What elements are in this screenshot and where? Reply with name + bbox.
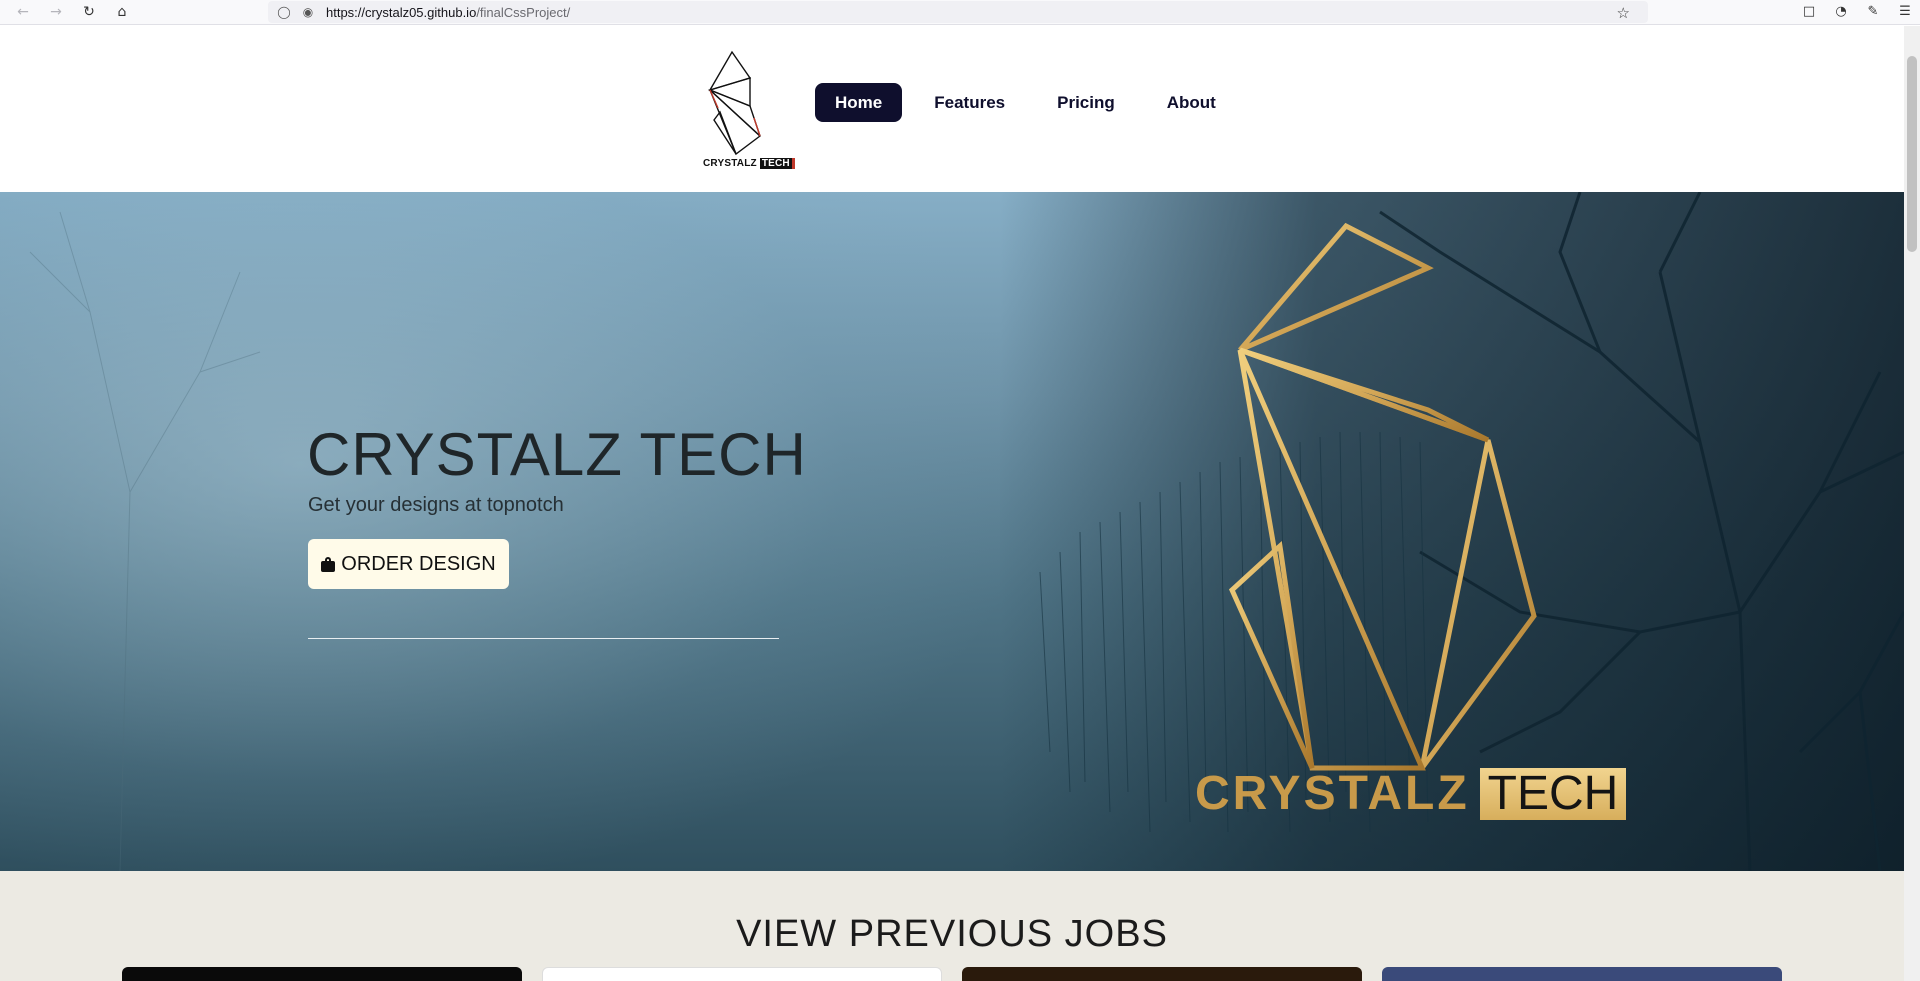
hero-section: CRYSTALZ TECH Get your designs at topnot… [0, 192, 1904, 871]
nav-pricing[interactable]: Pricing [1037, 83, 1135, 122]
bookmark-star-icon[interactable]: ☆ [1617, 4, 1630, 22]
url-text[interactable]: https://crystalz05.github.io/finalCssPro… [326, 5, 570, 20]
logo-word-crystalz: CRYSTALZ [703, 158, 757, 169]
browser-toolbar: ← → ↻ ⌂ ◯ ◉ https://crystalz05.github.io… [0, 0, 1920, 25]
extensions-icon[interactable]: ✎ [1864, 2, 1882, 20]
order-design-button[interactable]: ORDER DESIGN [308, 539, 509, 589]
job-card[interactable] [542, 967, 942, 981]
job-card[interactable] [1382, 967, 1782, 981]
page-scrollbar[interactable] [1904, 26, 1920, 981]
lock-icon[interactable]: ◉ [300, 4, 316, 20]
main-nav: Home Features Pricing About [815, 83, 1236, 122]
pocket-icon[interactable]: □ [1800, 2, 1818, 20]
account-icon[interactable]: ◔ [1832, 2, 1850, 20]
site-header: CRYSTALZ TECH Home Features Pricing Abou… [0, 26, 1904, 192]
order-design-label: ORDER DESIGN [341, 552, 496, 575]
hero-brand-wordmark: CRYSTALZ TECH [1195, 766, 1627, 821]
nav-features[interactable]: Features [914, 83, 1025, 122]
hero-brand-tech: TECH [1479, 767, 1627, 820]
scrollbar-thumb[interactable] [1907, 56, 1917, 252]
url-path: /finalCssProject/ [476, 4, 571, 20]
crystal-logo-icon[interactable] [700, 48, 786, 168]
job-card[interactable] [962, 967, 1362, 981]
home-icon[interactable]: ⌂ [112, 2, 132, 22]
job-card[interactable] [122, 967, 522, 981]
hero-subtitle: Get your designs at topnotch [308, 494, 564, 516]
nav-home[interactable]: Home [815, 83, 903, 122]
logo-word-tech: TECH [759, 158, 795, 169]
forward-icon[interactable]: → [46, 2, 66, 22]
nav-about[interactable]: About [1147, 83, 1236, 122]
shopping-bag-icon [321, 557, 336, 572]
shield-icon[interactable]: ◯ [276, 4, 292, 20]
jobs-heading: VIEW PREVIOUS JOBS [736, 913, 1168, 955]
back-icon[interactable]: ← [13, 2, 33, 22]
url-host: https://crystalz05.github.io [326, 4, 477, 20]
reload-icon[interactable]: ↻ [79, 2, 99, 22]
address-bar[interactable]: ◯ ◉ https://crystalz05.github.io/finalCs… [268, 1, 1648, 23]
hero-title: CRYSTALZ TECH [307, 421, 807, 488]
gold-crystal-icon [1228, 222, 1537, 771]
menu-icon[interactable]: ☰ [1896, 2, 1914, 20]
hero-divider [308, 638, 779, 639]
hero-brand-crystalz: CRYSTALZ [1195, 767, 1470, 820]
previous-jobs-section: VIEW PREVIOUS JOBS [0, 871, 1904, 981]
logo-wordmark: CRYSTALZ TECH [703, 158, 795, 169]
